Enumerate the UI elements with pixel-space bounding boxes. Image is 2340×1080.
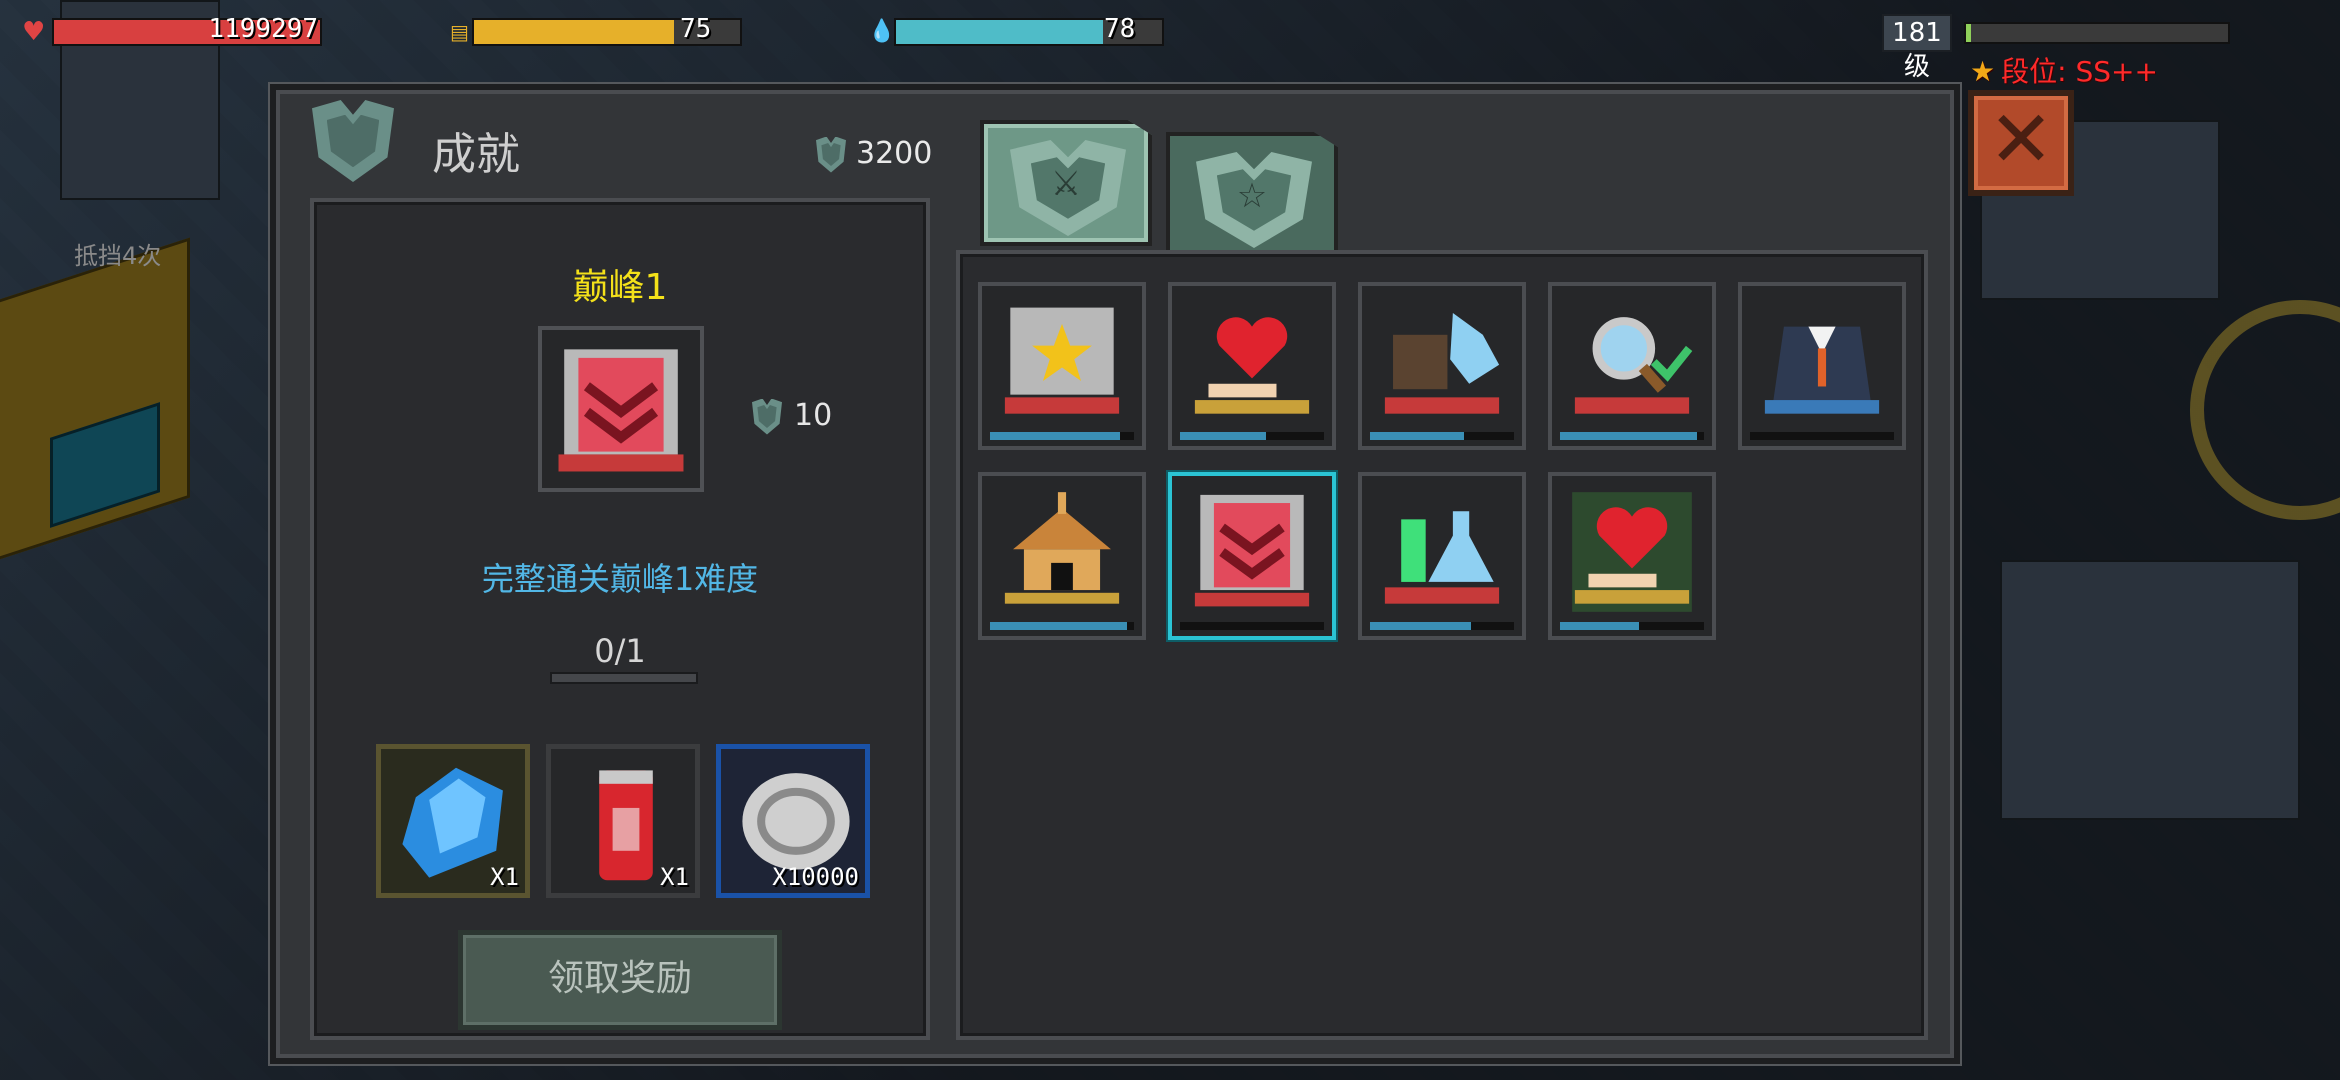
suit-badge-icon [1764, 326, 1880, 414]
reward-qty: X1 [490, 863, 519, 891]
star-icon: ★ [1970, 55, 1996, 88]
achievement-item-progress [990, 432, 1134, 440]
droplet-icon: 💧 [868, 19, 896, 44]
points-shield-icon [816, 136, 846, 173]
achievement-item-progress-fill [990, 432, 1120, 440]
achievement-item-progress [1370, 622, 1514, 630]
mana-bar: 78 [894, 14, 1164, 46]
reward-item-cola[interactable]: X1 [546, 744, 700, 898]
hp-value: 1199297 [208, 14, 318, 44]
reward-shield-icon [752, 398, 782, 435]
achievement-item[interactable] [1548, 282, 1716, 450]
hp-bar: 1199297 [52, 14, 322, 46]
achievement-detail: 巅峰1 10 完整通关巅峰1难度 0/1 X1 X1 X10000 领取奖励 [310, 198, 930, 1040]
eagle-star-badge-icon [1004, 307, 1120, 414]
reward-points: 10 [752, 398, 832, 435]
achievement-item-progress-fill [1370, 432, 1464, 440]
heart-hand-green-badge-icon [1572, 492, 1692, 612]
achievement-item[interactable] [1168, 472, 1336, 640]
achievement-item[interactable] [1358, 472, 1526, 640]
reward-item-coin[interactable]: X10000 [716, 744, 870, 898]
rank-label: ★ 段位: SS++ [1970, 50, 2158, 90]
energy-icon: ▤ [450, 20, 469, 44]
achievement-item-progress [1560, 432, 1704, 440]
church-badge-icon [1004, 492, 1120, 604]
energy-value: 75 [680, 14, 712, 44]
background-building [2000, 560, 2300, 820]
achievement-item-progress [990, 622, 1134, 630]
achievement-item[interactable] [1548, 472, 1716, 640]
level-badge: 181级 [1882, 14, 1952, 82]
achievement-item-progress-fill [1370, 622, 1471, 630]
reward-qty: X1 [660, 863, 689, 891]
reward-item-gem[interactable]: X1 [376, 744, 530, 898]
peak-chevron-badge-icon [538, 326, 704, 492]
sword-icon: ⚔ [1050, 164, 1082, 204]
achievement-name: 巅峰1 [572, 267, 668, 308]
points-value: 3200 [856, 136, 933, 171]
achievement-item[interactable] [1358, 282, 1526, 450]
achievement-grid [956, 250, 1928, 1040]
rank-text: 段位: SS++ [2001, 55, 2158, 88]
achievement-item[interactable] [978, 282, 1146, 450]
magnifier-check-badge-icon [1574, 317, 1693, 414]
energy-bar: 75 [472, 14, 742, 46]
achievement-item[interactable] [1738, 282, 1906, 450]
close-icon: ✕ [1988, 95, 2054, 185]
achievement-item-progress [1750, 432, 1894, 440]
achievement-item[interactable] [978, 472, 1146, 640]
panel-title: 成就 [432, 129, 520, 180]
reward-points-value: 10 [794, 398, 833, 433]
achievement-points: 3200 [816, 136, 932, 173]
tab-achievements-combat[interactable]: ⚔ [980, 120, 1152, 246]
xp-bar [1964, 22, 2230, 44]
heart-icon: ♥ [22, 17, 46, 47]
tab-achievements-star[interactable]: ☆ [1166, 132, 1338, 258]
achievement-progress-text: 0/1 [594, 632, 646, 670]
energy-bar-fill [474, 20, 674, 44]
achievement-item-progress [1180, 432, 1324, 440]
achievement-item-progress-fill [990, 622, 1127, 630]
boot-badge-icon [1384, 313, 1500, 414]
achievement-item-progress-fill [1180, 432, 1267, 440]
heart-hand-badge-icon [1194, 317, 1310, 414]
star-outline-icon: ☆ [1236, 176, 1268, 216]
achievement-progress-bar [550, 672, 698, 684]
claim-reward-button[interactable]: 领取奖励 [458, 930, 782, 1030]
achievement-item-progress-fill [1560, 432, 1697, 440]
mana-value: 78 [1104, 14, 1136, 44]
achievement-item-progress [1560, 622, 1704, 630]
mana-bar-fill [896, 20, 1104, 44]
achievement-item-progress-fill [1560, 622, 1640, 630]
achievement-item-progress [1180, 622, 1324, 630]
achievement-item-progress [1370, 432, 1514, 440]
achievement-item[interactable] [1168, 282, 1336, 450]
achievement-description: 完整通关巅峰1难度 [481, 560, 759, 598]
background-hint-text: 抵挡4次 [74, 242, 162, 270]
achievement-shield-icon [312, 100, 394, 182]
peak-chevron-badge-icon [1194, 494, 1310, 607]
potion-badge-icon [1384, 511, 1500, 604]
close-button[interactable]: ✕ [1968, 90, 2074, 196]
game-screen: 抵挡4次 ♥ 1199297 ▤ 75 💧 78 181级 ★ 段位: SS++ … [0, 0, 2340, 1080]
xp-bar-fill [1966, 24, 1972, 42]
achievement-panel: 成就 3200 ⚔ ☆ ✕ 巅峰1 10 完整通关巅峰1难度 0/1 X1 X1… [270, 84, 2074, 1064]
reward-qty: X10000 [772, 863, 859, 891]
